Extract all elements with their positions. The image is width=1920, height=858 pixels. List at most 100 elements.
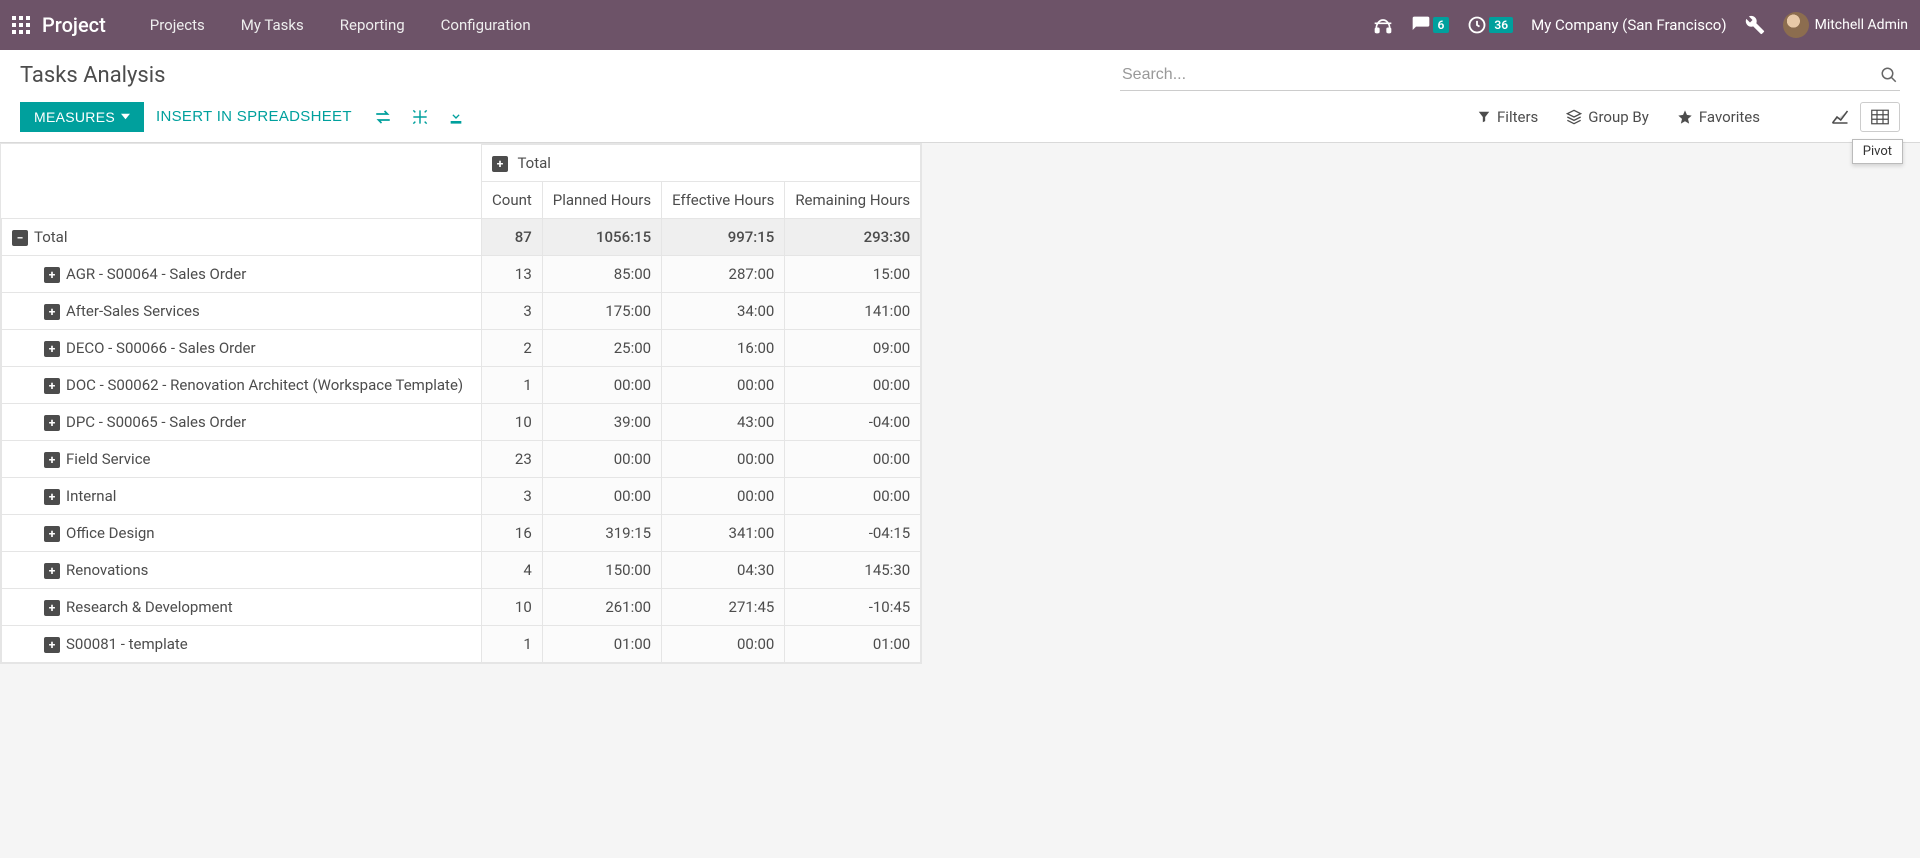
plus-icon[interactable]: + bbox=[44, 526, 60, 542]
row-label: DECO - S00066 - Sales Order bbox=[66, 339, 256, 357]
data-cell: 00:00 bbox=[785, 441, 921, 478]
insert-spreadsheet-button[interactable]: INSERT IN SPREADSHEET bbox=[144, 101, 364, 132]
data-cell: 00:00 bbox=[662, 478, 785, 515]
measure-planned[interactable]: Planned Hours bbox=[542, 182, 661, 219]
data-cell: 145:30 bbox=[785, 552, 921, 589]
row-header[interactable]: + DPC - S00065 - Sales Order bbox=[2, 404, 482, 441]
pivot-view-button[interactable]: Pivot bbox=[1860, 102, 1900, 132]
search-input[interactable] bbox=[1122, 66, 1880, 84]
data-cell: 319:15 bbox=[542, 515, 661, 552]
pivot-tooltip: Pivot bbox=[1852, 139, 1903, 164]
row-header[interactable]: +Internal bbox=[2, 478, 482, 515]
funnel-icon bbox=[1477, 110, 1491, 124]
search-icon[interactable] bbox=[1880, 66, 1898, 84]
pivot-table: + Total Count Planned Hours Effective Ho… bbox=[1, 144, 921, 663]
nav-menu-my-tasks[interactable]: My Tasks bbox=[225, 2, 320, 48]
data-cell: 04:30 bbox=[662, 552, 785, 589]
plus-icon[interactable]: + bbox=[44, 267, 60, 283]
data-cell: 16:00 bbox=[662, 330, 785, 367]
brand-title[interactable]: Project bbox=[42, 13, 106, 37]
flip-axis-icon[interactable] bbox=[364, 103, 402, 131]
data-cell: 15:00 bbox=[785, 256, 921, 293]
row-header[interactable]: + Office Design bbox=[2, 515, 482, 552]
user-menu[interactable]: Mitchell Admin bbox=[1783, 12, 1908, 38]
total-cell: 997:15 bbox=[662, 219, 785, 256]
row-header[interactable]: + Research & Development bbox=[2, 589, 482, 626]
col-header-total[interactable]: + Total bbox=[482, 145, 921, 182]
data-cell: 13 bbox=[482, 256, 543, 293]
data-cell: -10:45 bbox=[785, 589, 921, 626]
row-header[interactable]: + DECO - S00066 - Sales Order bbox=[2, 330, 482, 367]
plus-icon[interactable]: + bbox=[44, 304, 60, 320]
plus-icon[interactable]: + bbox=[44, 378, 60, 394]
data-cell: 09:00 bbox=[785, 330, 921, 367]
row-header[interactable]: +Renovations bbox=[2, 552, 482, 589]
view-switcher: Pivot bbox=[1820, 102, 1900, 132]
nav-left: Project Projects My Tasks Reporting Conf… bbox=[12, 2, 547, 48]
plus-icon[interactable]: + bbox=[44, 415, 60, 431]
data-cell: 39:00 bbox=[542, 404, 661, 441]
plus-icon[interactable]: + bbox=[44, 489, 60, 505]
minus-icon[interactable]: − bbox=[12, 230, 28, 246]
graph-view-button[interactable] bbox=[1820, 102, 1860, 132]
plus-icon[interactable]: + bbox=[44, 341, 60, 357]
avatar bbox=[1783, 12, 1809, 38]
search-bar[interactable] bbox=[1120, 60, 1900, 91]
data-cell: 3 bbox=[482, 293, 543, 330]
measure-count[interactable]: Count bbox=[482, 182, 543, 219]
data-cell: 00:00 bbox=[785, 367, 921, 404]
data-cell: 3 bbox=[482, 478, 543, 515]
messages-icon[interactable]: 6 bbox=[1411, 15, 1450, 35]
row-label: DPC - S00065 - Sales Order bbox=[66, 413, 246, 431]
company-switcher[interactable]: My Company (San Francisco) bbox=[1531, 16, 1726, 34]
debug-icon[interactable] bbox=[1745, 15, 1765, 35]
row-header[interactable]: + Field Service bbox=[2, 441, 482, 478]
data-cell: 141:00 bbox=[785, 293, 921, 330]
plus-icon[interactable]: + bbox=[44, 452, 60, 468]
data-cell: 4 bbox=[482, 552, 543, 589]
data-cell: 85:00 bbox=[542, 256, 661, 293]
row-label: Field Service bbox=[66, 450, 151, 468]
download-icon[interactable] bbox=[438, 102, 474, 132]
nav-menu-reporting[interactable]: Reporting bbox=[324, 2, 421, 48]
row-label: Office Design bbox=[66, 524, 155, 542]
measure-remaining[interactable]: Remaining Hours bbox=[785, 182, 921, 219]
data-cell: 1 bbox=[482, 367, 543, 404]
data-cell: 00:00 bbox=[542, 441, 661, 478]
row-label: Research & Development bbox=[66, 598, 233, 616]
data-cell: -04:00 bbox=[785, 404, 921, 441]
filters-label: Filters bbox=[1497, 108, 1538, 126]
row-header-total[interactable]: −Total bbox=[2, 219, 482, 256]
data-cell: 1 bbox=[482, 626, 543, 663]
nav-menu-projects[interactable]: Projects bbox=[134, 2, 221, 48]
expand-all-icon[interactable] bbox=[402, 102, 438, 132]
activities-icon[interactable]: 36 bbox=[1467, 15, 1513, 35]
row-label: DOC - S00062 - Renovation Architect (Wor… bbox=[66, 376, 463, 394]
row-header[interactable]: + S00081 - template bbox=[2, 626, 482, 663]
page-title: Tasks Analysis bbox=[20, 63, 165, 88]
plus-icon[interactable]: + bbox=[492, 156, 508, 172]
groupby-button[interactable]: Group By bbox=[1566, 108, 1649, 126]
nav-menu-configuration[interactable]: Configuration bbox=[425, 2, 547, 48]
plus-icon[interactable]: + bbox=[44, 563, 60, 579]
data-cell: 175:00 bbox=[542, 293, 661, 330]
measures-button[interactable]: MEASURES bbox=[20, 102, 144, 132]
row-header[interactable]: +AGR - S00064 - Sales Order bbox=[2, 256, 482, 293]
pivot-table-wrap: + Total Count Planned Hours Effective Ho… bbox=[0, 143, 922, 664]
data-cell: 34:00 bbox=[662, 293, 785, 330]
data-cell: 2 bbox=[482, 330, 543, 367]
data-cell: 00:00 bbox=[662, 441, 785, 478]
row-label: S00081 - template bbox=[66, 635, 188, 653]
support-icon[interactable] bbox=[1373, 15, 1393, 35]
row-header[interactable]: + DOC - S00062 - Renovation Architect (Wo… bbox=[2, 367, 482, 404]
plus-icon[interactable]: + bbox=[44, 600, 60, 616]
apps-icon[interactable] bbox=[12, 16, 30, 34]
control-panel: Tasks Analysis MEASURES INSERT IN SPREAD… bbox=[0, 50, 1920, 143]
filters-button[interactable]: Filters bbox=[1477, 108, 1538, 126]
col-total-label: Total bbox=[517, 154, 551, 172]
measure-effective[interactable]: Effective Hours bbox=[662, 182, 785, 219]
data-cell: 43:00 bbox=[662, 404, 785, 441]
plus-icon[interactable]: + bbox=[44, 637, 60, 653]
row-header[interactable]: +After-Sales Services bbox=[2, 293, 482, 330]
favorites-button[interactable]: Favorites bbox=[1677, 108, 1760, 126]
